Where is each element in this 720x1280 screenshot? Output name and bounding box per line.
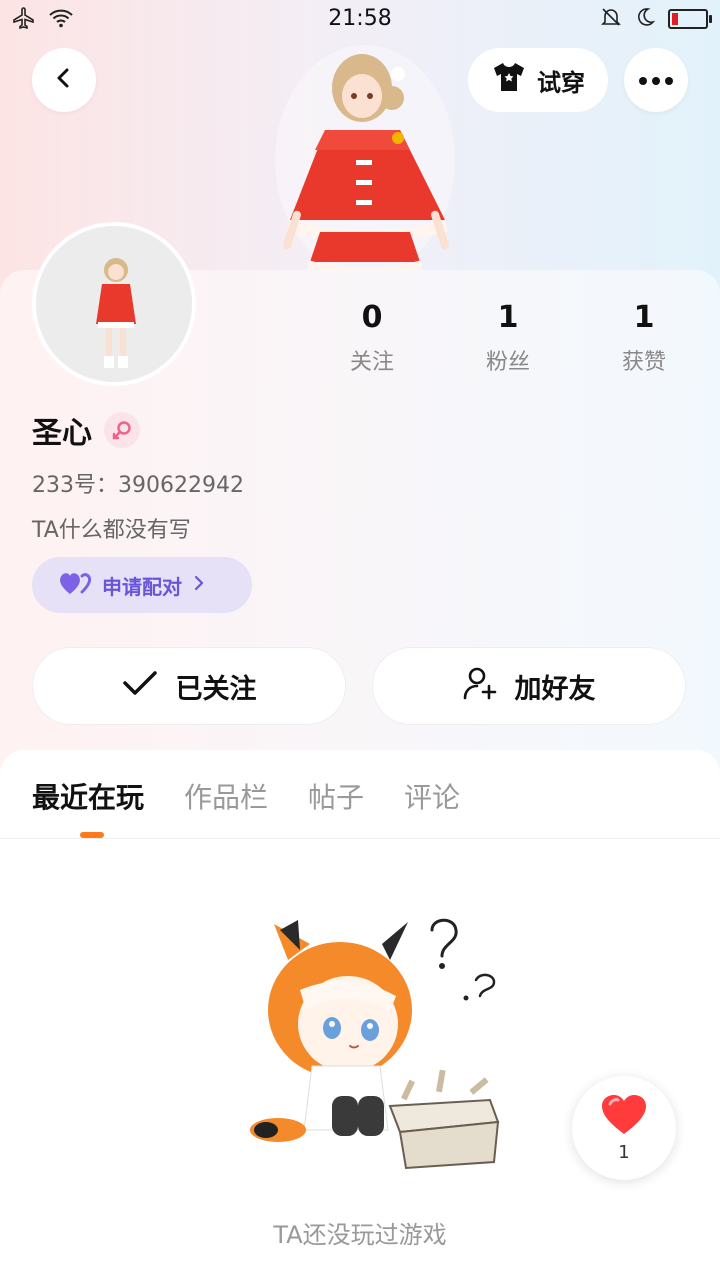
chevron-left-icon	[52, 66, 76, 94]
tab-comments[interactable]: 评论	[404, 776, 460, 816]
request-pair-label: 申请配对	[102, 574, 182, 599]
female-gender-icon	[104, 412, 140, 448]
stat-value: 1	[497, 300, 519, 335]
more-button[interactable]	[624, 48, 688, 112]
user-id: 233号：390622942	[32, 473, 244, 498]
add-friend-label: 加好友	[514, 673, 596, 705]
checkmark-icon	[122, 669, 158, 704]
add-friend-button[interactable]: 加好友	[372, 647, 686, 725]
more-dots-icon	[638, 71, 674, 90]
avatar-3d-character	[270, 40, 460, 275]
heart-icon	[600, 1094, 648, 1140]
stat-value: 1	[633, 300, 655, 335]
add-user-icon	[463, 666, 497, 707]
profile-bio: TA什么都没有写	[32, 518, 191, 543]
empty-state-text: TA还没玩过游戏	[273, 1221, 447, 1249]
followed-label: 已关注	[175, 673, 257, 705]
bell-off-icon	[600, 6, 622, 32]
profile-tabs: 最近在玩 作品栏 帖子 评论	[32, 776, 460, 816]
followed-button[interactable]: 已关注	[32, 647, 346, 725]
tshirt-icon	[491, 61, 527, 99]
moon-icon	[634, 6, 656, 32]
hearts-icon	[58, 570, 92, 600]
stat-label: 粉丝	[485, 350, 530, 375]
tab-recently-played[interactable]: 最近在玩	[32, 776, 144, 816]
floating-like-button[interactable]: 1	[572, 1076, 676, 1180]
stat-likes[interactable]: 1 获赞	[576, 300, 712, 376]
stat-following[interactable]: 0 关注	[304, 300, 440, 376]
profile-stats: 0 关注 1 粉丝 1 获赞	[304, 300, 712, 376]
profile-name: 圣心	[32, 416, 92, 451]
try-on-button[interactable]: 试穿	[468, 48, 608, 112]
stat-label: 获赞	[621, 350, 666, 375]
tab-divider	[0, 838, 720, 839]
avatar[interactable]	[32, 222, 196, 386]
request-pair-button[interactable]: 申请配对	[32, 557, 252, 613]
empty-state-illustration	[240, 900, 510, 1170]
back-button[interactable]	[32, 48, 96, 112]
like-count: 1	[618, 1141, 630, 1163]
name-row: 圣心	[32, 408, 140, 452]
stat-label: 关注	[349, 350, 394, 375]
stat-followers[interactable]: 1 粉丝	[440, 300, 576, 376]
chevron-right-icon	[192, 574, 206, 596]
tab-posts[interactable]: 帖子	[308, 776, 364, 816]
battery-icon	[668, 9, 712, 29]
status-bar: 21:58	[0, 0, 720, 40]
try-on-label: 试穿	[537, 68, 585, 97]
tab-works[interactable]: 作品栏	[184, 776, 268, 816]
stat-value: 0	[361, 300, 383, 335]
